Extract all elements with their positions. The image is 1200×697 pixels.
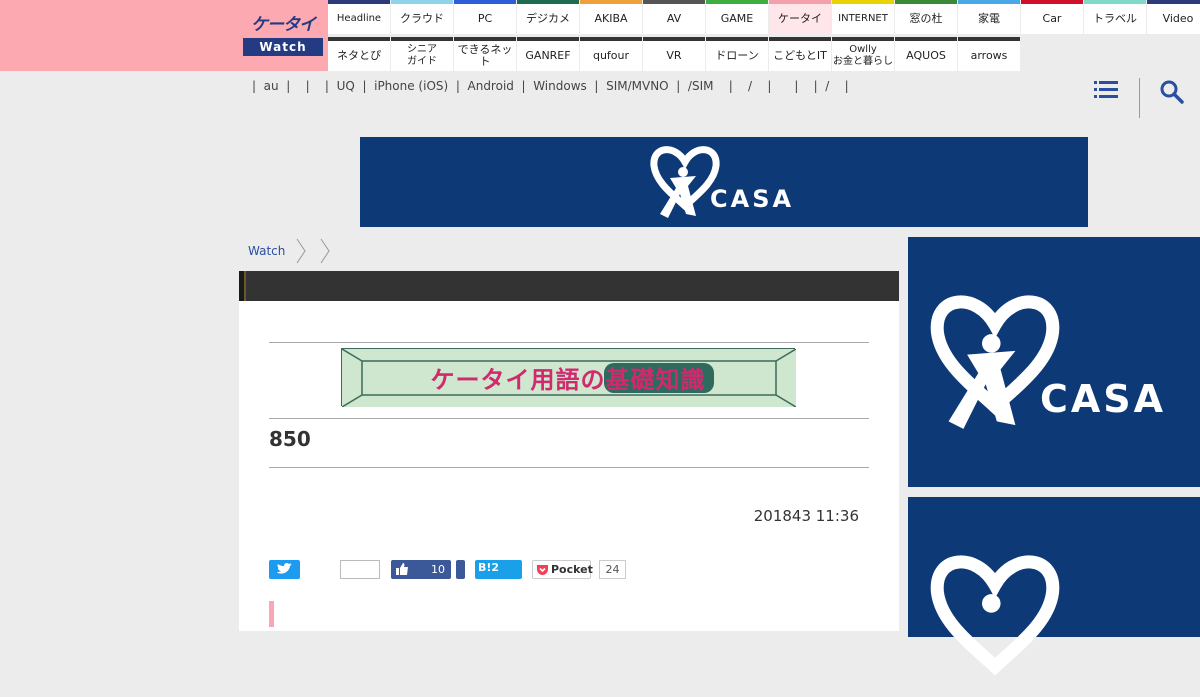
logo-bottom-text: Watch <box>243 38 323 56</box>
article-body: ケータイ用語の基礎知識 850 201843 11:36 10 B!2 Pock… <box>239 301 899 631</box>
category-header-bar <box>239 271 899 301</box>
hatena-bookmark-button[interactable]: B!2 <box>475 560 522 579</box>
nav-tab[interactable]: できるネット <box>454 37 516 71</box>
nav-tab[interactable]: ドローン <box>706 37 768 71</box>
nav-tab[interactable]: こどもとIT <box>769 37 831 71</box>
subnav-link[interactable]: / <box>740 79 759 93</box>
breadcrumb-separator-icon <box>320 238 330 264</box>
thumbs-up-icon <box>396 563 408 575</box>
subnav-link[interactable]: au <box>256 79 286 93</box>
breadcrumb-home-link[interactable]: Watch <box>248 244 285 258</box>
subnav-link[interactable] <box>798 79 813 93</box>
nav-tab[interactable]: Car <box>1021 0 1083 34</box>
subnav-separator: | <box>721 79 741 93</box>
header-divider <box>1139 78 1140 118</box>
subnav-link[interactable] <box>290 79 305 93</box>
nav-tab[interactable]: INTERNET <box>832 0 894 34</box>
casa-heart-logo-icon <box>930 555 1060 676</box>
nav-tab[interactable]: arrows <box>958 37 1020 71</box>
nav-tab[interactable]: 窓の杜 <box>895 0 957 34</box>
article-title: 850 <box>269 427 311 451</box>
subnav-link[interactable] <box>779 79 794 93</box>
nav-tab[interactable]: ケータイ <box>769 0 831 34</box>
subnav-separator: | <box>836 79 857 93</box>
nav-tab[interactable]: Headline <box>328 0 390 34</box>
twitter-bird-icon <box>277 562 292 574</box>
ad-banner-top[interactable]: CASA <box>360 137 1088 227</box>
nav-tab[interactable]: GANREF <box>517 37 579 71</box>
nav-tab[interactable]: Video <box>1147 0 1200 34</box>
twitter-share-button[interactable] <box>269 560 300 579</box>
nav-tab[interactable]: シニア ガイド <box>391 37 453 71</box>
facebook-like-button[interactable]: 10 <box>391 560 451 579</box>
subnav-separator: | <box>759 79 780 93</box>
hatena-count: B!2 <box>478 561 500 574</box>
site-logo[interactable]: ケータイ Watch <box>243 12 323 56</box>
ad-banner-side-1[interactable]: CASA <box>908 237 1200 487</box>
subnav-link[interactable]: UQ <box>329 79 363 93</box>
nav-tab[interactable]: デジカメ <box>517 0 579 34</box>
search-icon[interactable] <box>1160 80 1184 104</box>
nav-tab[interactable]: クラウド <box>391 0 453 34</box>
facebook-share-button[interactable] <box>456 560 465 579</box>
subnav-link[interactable]: /SIM <box>680 79 721 93</box>
ad-banner-side-2[interactable] <box>908 497 1200 676</box>
like-count: 10 <box>431 563 445 576</box>
nav-tab[interactable]: ネタとぴ <box>328 37 390 71</box>
subnav-link[interactable]: iPhone (iOS) <box>366 79 455 93</box>
nav-tab[interactable]: AQUOS <box>895 37 957 71</box>
share-count-box <box>340 560 380 579</box>
nav-tab[interactable]: qufour <box>580 37 642 71</box>
banner-brand: CASA <box>1040 377 1167 421</box>
nav-tab[interactable]: トラベル <box>1084 0 1146 34</box>
nav-tab[interactable]: AKIBA <box>580 0 642 34</box>
nav-tab[interactable]: AV <box>643 0 705 34</box>
pocket-icon <box>537 565 548 575</box>
topic-banner-text: ケータイ用語の基礎知識 <box>430 365 706 394</box>
subnav-link[interactable]: Android <box>460 79 522 93</box>
divider <box>269 467 869 468</box>
divider <box>269 418 869 419</box>
subnav-link[interactable]: SIM/MVNO <box>598 79 676 93</box>
sub-navigation: | au | | | UQ | iPhone (iOS) | Android |… <box>252 79 856 93</box>
menu-list-icon[interactable] <box>1094 80 1118 100</box>
topic-series-banner[interactable]: ケータイ用語の基礎知識 <box>341 348 796 407</box>
banner-brand: CASA <box>710 185 795 213</box>
article-date: 201843 11:36 <box>753 507 859 525</box>
divider <box>269 342 869 343</box>
logo-top-text: ケータイ <box>251 15 316 35</box>
nav-row-primary: Headline クラウド PC デジカメ AKIBA AV GAME ケータイ INTERNE… <box>328 0 1200 34</box>
pocket-count: 24 <box>599 560 626 579</box>
subnav-link[interactable]: / <box>818 79 837 93</box>
subnav-link[interactable] <box>310 79 325 93</box>
breadcrumb: Watch <box>248 238 341 264</box>
pocket-label: Pocket <box>551 563 593 576</box>
section-marker <box>269 601 274 627</box>
nav-tab[interactable]: PC <box>454 0 516 34</box>
nav-tab[interactable]: GAME <box>706 0 768 34</box>
subnav-link[interactable]: Windows <box>526 79 595 93</box>
breadcrumb-separator-icon <box>296 238 306 264</box>
nav-tab[interactable]: VR <box>643 37 705 71</box>
nav-tab[interactable]: Owlly お金と暮らし <box>832 37 894 71</box>
nav-tab[interactable]: 家電 <box>958 0 1020 34</box>
pocket-button[interactable]: Pocket <box>532 560 593 579</box>
nav-row-secondary: ネタとぴ シニア ガイド できるネット GANREF qufour VR ドローン こどもとI… <box>328 37 1021 71</box>
